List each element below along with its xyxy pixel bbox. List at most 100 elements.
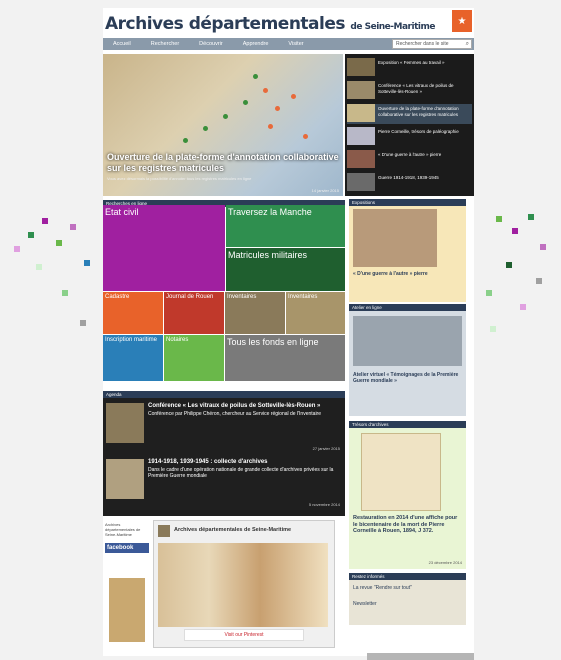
affiche-image[interactable] bbox=[361, 433, 441, 511]
nav-item[interactable]: Rechercher bbox=[141, 38, 189, 50]
decorative-square bbox=[528, 214, 534, 220]
tile-tous-les-fonds[interactable]: Tous les fonds en ligne bbox=[225, 335, 345, 381]
pinterest-widget: Archives départementales de Seine-Mariti… bbox=[153, 520, 335, 648]
decorative-square bbox=[42, 218, 48, 224]
pinterest-board-images[interactable] bbox=[158, 543, 328, 627]
news-item[interactable]: Exposition « Femmes au travail » bbox=[347, 58, 472, 78]
page: Archives départementales de Seine-Mariti… bbox=[103, 8, 474, 656]
decorative-square bbox=[28, 232, 34, 238]
atelier-title[interactable]: Atelier virtuel « Témoignages de la Prem… bbox=[353, 372, 463, 384]
agenda-item[interactable]: 1914-1918, 1939-1945 : collecte d'archiv… bbox=[106, 459, 342, 509]
pinterest-avatar bbox=[158, 525, 170, 537]
agenda-date: 5 novembre 2014 bbox=[308, 502, 340, 507]
map-marker bbox=[275, 106, 280, 111]
expo-image[interactable] bbox=[353, 209, 437, 267]
tresor-panel: Trésors d'archives Restauration en 2014 … bbox=[349, 421, 466, 569]
tile-inventaires[interactable]: Inventaires bbox=[225, 292, 285, 334]
decorative-square bbox=[512, 228, 518, 234]
site-title: Archives départementales bbox=[105, 14, 346, 34]
expo-header: Expositions bbox=[349, 199, 466, 206]
agenda-thumbnail bbox=[106, 403, 144, 443]
news-item[interactable]: « D'une guerre à l'autre » pierre bbox=[347, 150, 472, 170]
tile-etat-civil[interactable]: Etat civil bbox=[103, 205, 225, 291]
tile-inventaires[interactable]: Inventaires bbox=[286, 292, 345, 334]
nav-item[interactable]: Visiter bbox=[278, 38, 313, 50]
agenda-title[interactable]: 1914-1918, 1939-1945 : collecte d'archiv… bbox=[148, 459, 342, 465]
facebook-widget: Archives départementales de Seine-Mariti… bbox=[103, 520, 151, 648]
decorative-square bbox=[536, 278, 542, 284]
agenda-text: Conférence « Les vitraux de poilus de So… bbox=[148, 403, 321, 453]
decorative-square bbox=[496, 216, 502, 222]
hero-title[interactable]: Ouverture de la plate-forme d'annotation… bbox=[107, 152, 339, 174]
search-input[interactable]: Rechercher dans le site ⌕ bbox=[392, 39, 472, 49]
expo-title[interactable]: « D'une guerre à l'autre » pierre bbox=[353, 271, 463, 277]
map-marker bbox=[303, 134, 308, 139]
tile-journal-de-rouen[interactable]: Journal de Rouen bbox=[164, 292, 224, 334]
news-thumbnail bbox=[347, 58, 375, 76]
agenda-description: Dans le cadre d'une opération nationale … bbox=[148, 467, 334, 479]
map-marker bbox=[263, 88, 268, 93]
news-item[interactable]: Guerre 1914-1918, 1939-1945 bbox=[347, 173, 472, 193]
news-item[interactable]: Ouverture de la plate-forme d'annotation… bbox=[347, 104, 472, 124]
decorative-square bbox=[62, 290, 68, 296]
hero-slide[interactable]: Ouverture de la plate-forme d'annotation… bbox=[103, 54, 343, 196]
tile-cadastre[interactable]: Cadastre bbox=[103, 292, 163, 334]
newsletter-link[interactable]: Newsletter bbox=[353, 601, 377, 607]
agenda-title[interactable]: Conférence « Les vitraux de poilus de So… bbox=[148, 403, 321, 409]
hero-caption: Vous avez désormais la possibilité d'ann… bbox=[107, 176, 252, 181]
decorative-square bbox=[506, 262, 512, 268]
department-logo-icon[interactable]: ★ bbox=[452, 10, 472, 32]
news-thumbnail bbox=[347, 81, 375, 99]
news-thumbnail bbox=[347, 150, 375, 168]
map-marker bbox=[243, 100, 248, 105]
nav-item[interactable]: Apprendre bbox=[233, 38, 279, 50]
facebook-page-name: Archives départementales de Seine-Mariti… bbox=[105, 522, 141, 537]
nav-item[interactable]: Découvrir bbox=[189, 38, 233, 50]
restez-informes-panel: Restez informés La revue "Rendre sur tou… bbox=[349, 573, 466, 625]
nav-item[interactable]: Accueil bbox=[103, 38, 141, 50]
news-text: Conférence « Les vitraux de poilus de So… bbox=[378, 83, 454, 94]
site-subtitle: de Seine-Maritime bbox=[350, 22, 435, 32]
search-icon[interactable]: ⌕ bbox=[466, 40, 469, 48]
map-marker bbox=[183, 138, 188, 143]
expositions-panel: Expositions « D'une guerre à l'autre » p… bbox=[349, 199, 466, 302]
agenda-description: Conférence par Philippe Chéron, chercheu… bbox=[148, 411, 322, 417]
news-text: Exposition « Femmes au travail » bbox=[378, 60, 445, 65]
facebook-cover-image[interactable] bbox=[109, 578, 145, 642]
news-thumbnail bbox=[347, 104, 375, 122]
decorative-square bbox=[56, 240, 62, 246]
decorative-square bbox=[486, 290, 492, 296]
tile-matricules-militaires[interactable]: Matricules militaires bbox=[226, 248, 345, 291]
decorative-square bbox=[70, 224, 76, 230]
atelier-image[interactable] bbox=[353, 316, 462, 366]
news-thumbnail bbox=[347, 173, 375, 191]
decorative-square bbox=[540, 244, 546, 250]
tile-notaires[interactable]: Notaires bbox=[164, 335, 224, 381]
tile-traversez-la-manche[interactable]: Traversez la Manche bbox=[226, 205, 345, 247]
pinterest-visit-button[interactable]: Visit our Pinterest bbox=[184, 629, 304, 641]
agenda-thumbnail bbox=[106, 459, 144, 499]
map-marker bbox=[203, 126, 208, 131]
map-marker bbox=[291, 94, 296, 99]
agenda-date: 27 janvier 2015 bbox=[312, 446, 340, 451]
page-title[interactable]: Archives départementales de Seine-Mariti… bbox=[105, 14, 435, 34]
news-text: Pierre Corneille, trésors de paléographi… bbox=[378, 129, 459, 134]
news-item[interactable]: Pierre Corneille, trésors de paléographi… bbox=[347, 127, 472, 147]
news-text: « D'une guerre à l'autre » pierre bbox=[378, 152, 442, 157]
agenda-item[interactable]: Conférence « Les vitraux de poilus de So… bbox=[106, 403, 342, 453]
agenda-panel: Agenda Conférence « Les vitraux de poilu… bbox=[103, 391, 345, 516]
news-thumbnail bbox=[347, 127, 375, 145]
hero-map-image bbox=[103, 54, 343, 196]
decorative-square bbox=[84, 260, 90, 266]
footer-bar bbox=[367, 653, 474, 660]
map-marker bbox=[253, 74, 258, 79]
news-item[interactable]: Conférence « Les vitraux de poilus de So… bbox=[347, 81, 472, 101]
tresor-title[interactable]: Restauration en 2014 d'une affiche pour … bbox=[353, 515, 463, 535]
atelier-panel: Atelier en ligne Atelier virtuel « Témoi… bbox=[349, 304, 466, 416]
revue-link[interactable]: La revue "Rendre sur tout" bbox=[353, 585, 412, 591]
pinterest-title[interactable]: Archives départementales de Seine-Mariti… bbox=[174, 527, 291, 533]
online-search-mosaic: Etat civil Traversez la Manche Matricule… bbox=[103, 205, 345, 385]
decorative-square bbox=[80, 320, 86, 326]
facebook-logo-icon[interactable]: facebook bbox=[105, 543, 149, 553]
tile-inscription-maritime[interactable]: Inscription maritime bbox=[103, 335, 163, 381]
